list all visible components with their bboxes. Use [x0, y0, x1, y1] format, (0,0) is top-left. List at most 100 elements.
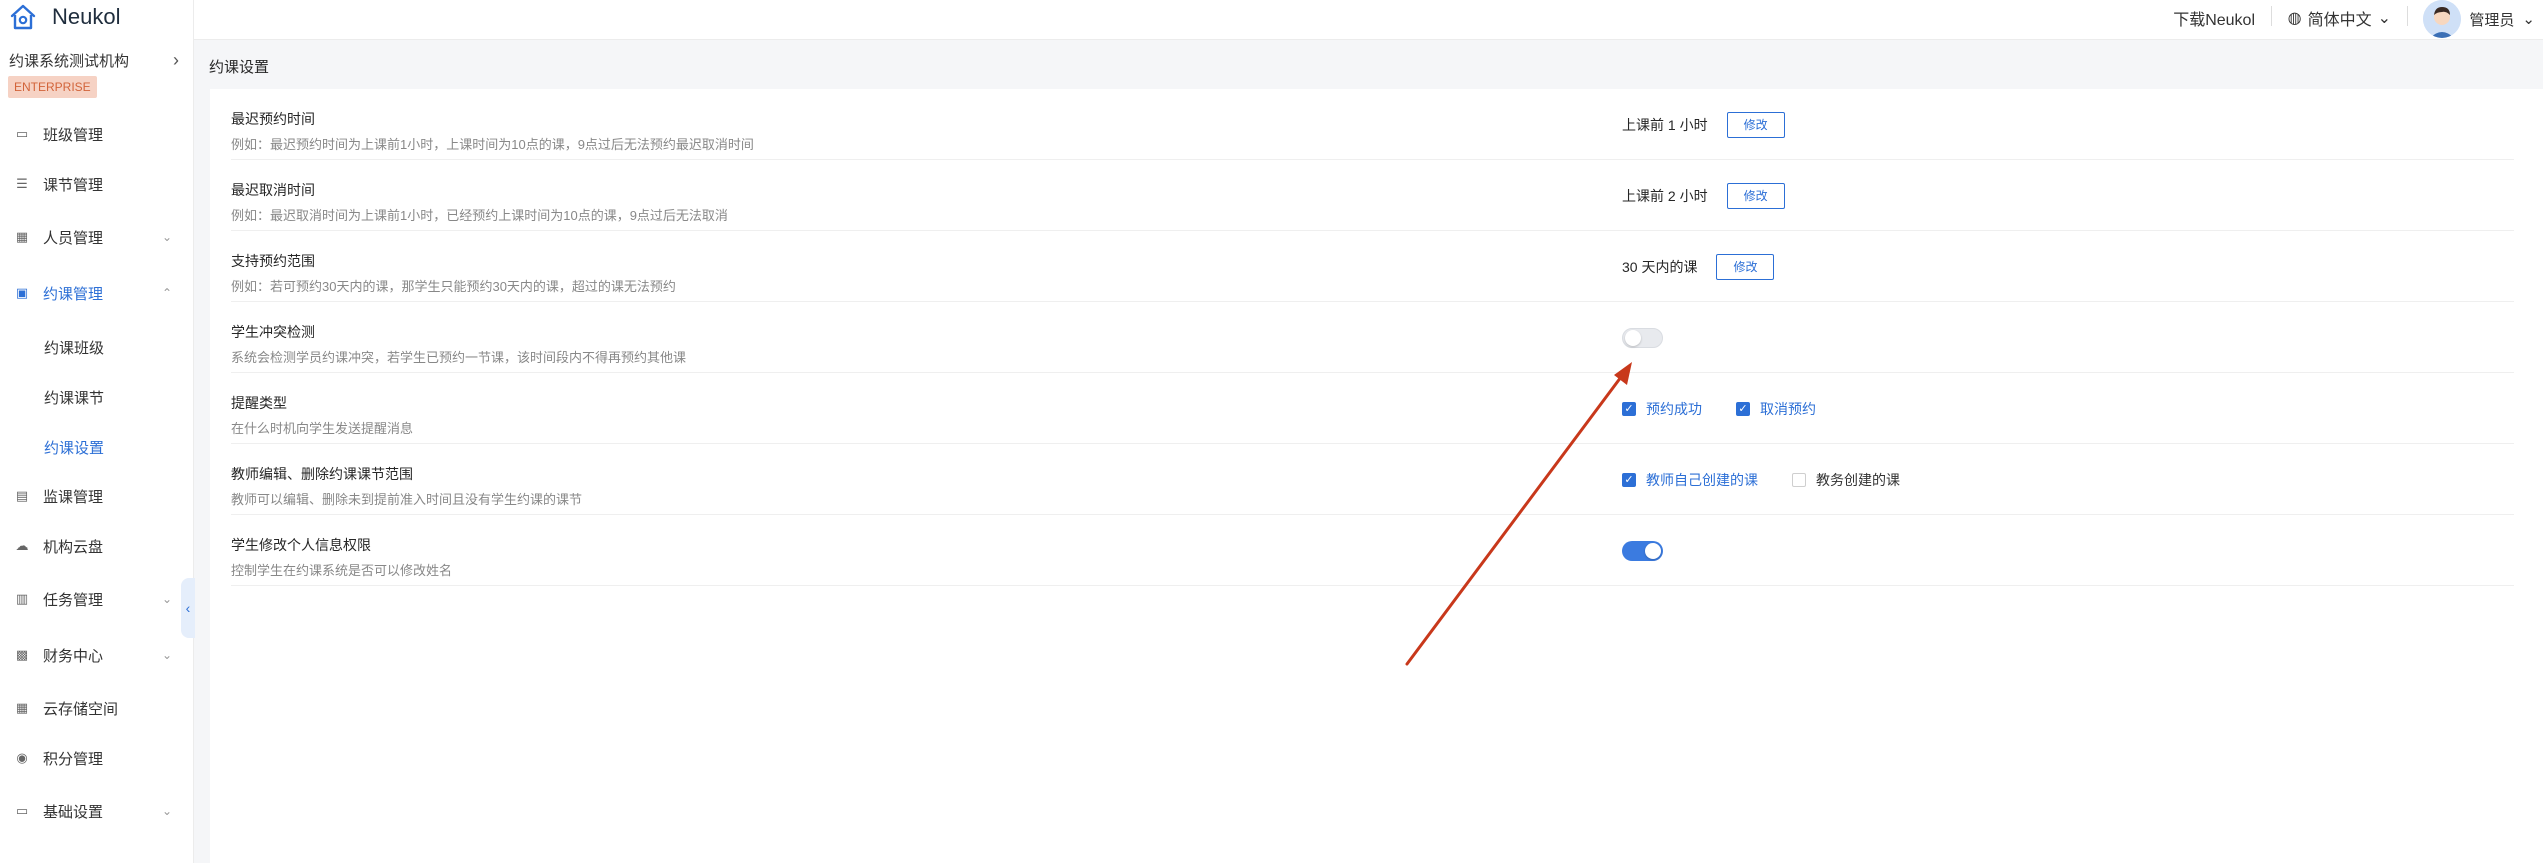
sidebar-item-finance[interactable]: ▩ 财务中心 ⌄	[0, 637, 194, 673]
sidebar-item-label: 基础设置	[43, 803, 104, 821]
chevron-right-icon: ›	[173, 50, 179, 70]
org-switcher[interactable]: 约课系统测试机构 ›	[9, 50, 179, 71]
sidebar-item-storage[interactable]: ▦ 云存储空间	[0, 690, 194, 726]
sidebar-item-lesson[interactable]: ☰ 课节管理	[0, 166, 194, 202]
header-divider	[2407, 6, 2408, 26]
check-icon: ✓	[1622, 472, 1636, 487]
sidebar-item-label: 课节管理	[43, 176, 104, 194]
sidebar-item-label: 机构云盘	[43, 538, 104, 556]
setting-control	[1622, 302, 1663, 373]
user-menu[interactable]: 管理员 ⌄	[2423, 0, 2535, 38]
header-divider	[2271, 6, 2272, 26]
page-title: 约课设置	[209, 59, 270, 76]
checkbox-label: 教师自己创建的课	[1646, 471, 1758, 488]
reminder-cancel-checkbox[interactable]: ✓ 取消预约	[1736, 399, 1816, 419]
sidebar-item-booking[interactable]: ▣ 约课管理 ⌃	[0, 275, 194, 311]
chevron-down-icon: ⌄	[2377, 10, 2391, 27]
conflict-check-toggle[interactable]	[1622, 327, 1663, 348]
setting-control: ✓ 教师自己创建的课 教务创建的课	[1622, 444, 1934, 515]
chevron-down-icon: ⌄	[2522, 11, 2535, 28]
chevron-down-icon: ⌄	[161, 592, 172, 606]
globe-icon: ◍	[2287, 10, 2302, 27]
chevron-up-icon: ⌃	[161, 286, 172, 300]
setting-booking-range: 支持预约范围 例如：若可预约30天内的课，那学生只能预约30天内的课，超过的课无…	[231, 231, 2514, 302]
sidebar-item-label: 财务中心	[43, 647, 104, 665]
sidebar-item-cloud[interactable]: ☁ 机构云盘	[0, 528, 194, 564]
setting-value: 30 天内的课	[1622, 258, 1698, 275]
setting-label: 学生冲突检测	[231, 324, 315, 340]
settings-icon: ▭	[15, 803, 29, 818]
setting-desc: 系统会检测学员约课冲突，若学生已预约一节课，该时间段内不得再预约其他课	[231, 350, 687, 365]
sidebar-collapse-handle[interactable]: ‹	[181, 578, 195, 638]
sidebar-item-points[interactable]: ◉ 积分管理	[0, 740, 194, 776]
storage-icon: ▦	[15, 700, 29, 715]
sidebar-item-monitor[interactable]: ▤ 监课管理	[0, 478, 194, 514]
sidebar-subitem-booking-class[interactable]: 约课班级	[44, 337, 104, 358]
sidebar-item-class[interactable]: ▭ 班级管理	[0, 116, 194, 152]
download-link[interactable]: 下载Neukol	[2173, 6, 2255, 30]
chevron-down-icon: ⌄	[161, 648, 172, 662]
finance-icon: ▩	[15, 647, 29, 662]
lesson-icon: ☰	[16, 176, 28, 191]
setting-latest-booking: 最迟预约时间 例如：最迟预约时间为上课前1小时，上课时间为10点的课，9点过后无…	[231, 89, 2514, 160]
class-icon: ▭	[15, 126, 29, 141]
sidebar-item-task[interactable]: ▥ 任务管理 ⌄	[0, 581, 194, 617]
people-icon: ▦	[15, 229, 29, 244]
setting-control: 上课前 1 小时 修改	[1622, 89, 1785, 160]
chevron-down-icon: ⌄	[161, 230, 172, 244]
sidebar-item-people[interactable]: ▦ 人员管理 ⌄	[0, 219, 194, 255]
admin-lessons-checkbox[interactable]: 教务创建的课	[1792, 470, 1900, 490]
setting-control: 上课前 2 小时 修改	[1622, 160, 1785, 231]
setting-desc: 控制学生在约课系统是否可以修改姓名	[231, 563, 453, 578]
setting-student-profile-edit: 学生修改个人信息权限 控制学生在约课系统是否可以修改姓名	[231, 515, 2514, 586]
checkbox-label: 教务创建的课	[1816, 471, 1900, 488]
brand[interactable]: Neukol	[8, 0, 120, 34]
chevron-down-icon: ⌄	[161, 804, 172, 818]
checkbox-box	[1792, 472, 1806, 487]
cloud-icon: ☁	[15, 538, 29, 553]
booking-icon: ▣	[15, 285, 29, 300]
org-name: 约课系统测试机构	[9, 53, 130, 70]
teacher-own-lessons-checkbox[interactable]: ✓ 教师自己创建的课	[1622, 470, 1758, 490]
brand-name: Neukol	[52, 4, 121, 29]
language-switcher[interactable]: ◍ 简体中文 ⌄	[2288, 6, 2391, 30]
setting-label: 学生修改个人信息权限	[231, 537, 371, 553]
check-icon: ✓	[1622, 401, 1636, 416]
sidebar-item-label: 云存储空间	[43, 700, 119, 718]
avatar	[2423, 0, 2462, 38]
user-name: 管理员	[2469, 11, 2515, 29]
checkbox-label: 取消预约	[1760, 400, 1816, 417]
setting-control	[1622, 515, 1663, 586]
setting-teacher-edit-scope: 教师编辑、删除约课课节范围 教师可以编辑、删除未到提前准入时间且没有学生约课的课…	[231, 444, 2514, 515]
sidebar-item-label: 积分管理	[43, 750, 104, 768]
avatar-illustration-icon	[2423, 0, 2462, 38]
setting-conflict-check: 学生冲突检测 系统会检测学员约课冲突，若学生已预约一节课，该时间段内不得再预约其…	[231, 302, 2514, 373]
reminder-booking-success-checkbox[interactable]: ✓ 预约成功	[1622, 399, 1702, 419]
sidebar-subitem-booking-lesson[interactable]: 约课课节	[44, 387, 104, 408]
setting-desc: 例如：最迟取消时间为上课前1小时，已经预约上课时间为10点的课，9点过后无法取消	[231, 208, 728, 223]
sidebar-item-settings[interactable]: ▭ 基础设置 ⌄	[0, 793, 194, 829]
sidebar-subitem-booking-settings[interactable]: 约课设置	[44, 437, 104, 458]
setting-label: 支持预约范围	[231, 253, 315, 269]
sidebar: Neukol 约课系统测试机构 › ENTERPRISE ▭ 班级管理 ☰ 课节…	[0, 0, 195, 863]
setting-latest-cancel: 最迟取消时间 例如：最迟取消时间为上课前1小时，已经预约上课时间为10点的课，9…	[231, 160, 2514, 231]
setting-label: 最迟取消时间	[231, 182, 315, 198]
setting-value: 上课前 2 小时	[1622, 187, 1708, 204]
task-icon: ▥	[15, 591, 29, 606]
toggle-knob	[1625, 329, 1641, 346]
settings-card: 最迟预约时间 例如：最迟预约时间为上课前1小时，上课时间为10点的课，9点过后无…	[210, 89, 2543, 863]
student-profile-edit-toggle[interactable]	[1622, 540, 1663, 561]
edit-button[interactable]: 修改	[1716, 253, 1775, 280]
points-icon: ◉	[16, 750, 28, 765]
setting-label: 提醒类型	[231, 395, 287, 411]
sidebar-item-label: 约课管理	[43, 285, 104, 303]
edit-button[interactable]: 修改	[1726, 182, 1785, 209]
sidebar-item-label: 班级管理	[43, 126, 104, 144]
checkbox-label: 预约成功	[1646, 400, 1702, 417]
setting-reminder-type: 提醒类型 在什么时机向学生发送提醒消息 ✓ 预约成功 ✓ 取消预约	[231, 373, 2514, 444]
setting-desc: 在什么时机向学生发送提醒消息	[231, 421, 414, 436]
setting-desc: 例如：若可预约30天内的课，那学生只能预约30天内的课，超过的课无法预约	[231, 279, 676, 294]
top-header: 下载Neukol ◍ 简体中文 ⌄ 管理员 ⌄	[194, 0, 2543, 40]
edit-button[interactable]: 修改	[1726, 111, 1785, 138]
chevron-left-icon: ‹	[185, 600, 191, 616]
